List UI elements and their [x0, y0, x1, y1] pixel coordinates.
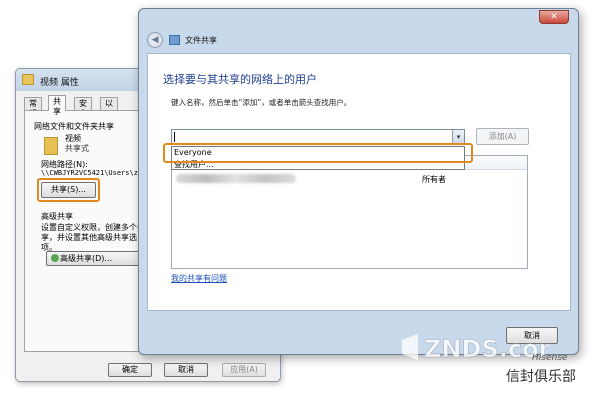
- watermark-logo-text: ZNDS.com: [424, 335, 548, 363]
- add-button[interactable]: 添加(A): [476, 128, 529, 145]
- wizard-heading: 选择要与其共享的网络上的用户: [163, 73, 317, 86]
- watermark-brand: Hisense: [532, 353, 568, 363]
- user-list[interactable]: 所有者: [171, 155, 528, 269]
- watermark-text: 信封俱乐部: [506, 369, 576, 385]
- share-button-highlight: [37, 178, 100, 202]
- blurred-user-name: [176, 174, 296, 183]
- wizard-instruction: 键入名称，然后单击“添加”，或者单击箭头查找用户。: [171, 98, 352, 107]
- watermark-logo: ZNDS.com: [402, 334, 548, 363]
- advanced-sharing-description: 设置自定义权限，创建多个共享，并设置其他高级共享选项。: [41, 223, 145, 252]
- permission-level: 所有者: [422, 175, 446, 184]
- wizard-title: 文件共享: [185, 36, 217, 45]
- sharing-help-link[interactable]: 我的共享有问题: [171, 273, 227, 284]
- properties-title: 视频 属性: [40, 78, 79, 88]
- folder-share-status: 共享式: [65, 144, 89, 153]
- shield-icon: [51, 254, 59, 262]
- properties-cancel-button[interactable]: 取消: [164, 363, 208, 377]
- tab-security[interactable]: 安全: [74, 97, 92, 118]
- text-caret: [174, 132, 175, 142]
- tab-previous[interactable]: 以: [100, 97, 118, 110]
- everyone-option-highlight: [163, 143, 473, 163]
- file-sharing-dialog: ✕ ◀ 文件共享 选择要与其共享的网络上的用户 键入名称，然后单击“添加”，或者…: [138, 8, 579, 355]
- advanced-sharing-button[interactable]: 高级共享(D)...: [46, 251, 140, 266]
- network-sharing-group-title: 网络文件和文件夹共享: [34, 122, 114, 131]
- table-row[interactable]: 所有者: [172, 172, 527, 185]
- shared-folder-icon: [44, 137, 58, 155]
- back-arrow-icon[interactable]: ◀: [147, 32, 163, 48]
- tab-general[interactable]: 常规: [24, 97, 42, 118]
- apply-button[interactable]: 应用(A): [222, 363, 266, 377]
- advanced-sharing-title: 高级共享: [41, 212, 73, 221]
- ok-button[interactable]: 确定: [108, 363, 152, 377]
- advanced-sharing-button-label: 高级共享(D)...: [60, 254, 113, 263]
- folder-icon: [22, 74, 34, 85]
- file-sharing-icon: [169, 35, 180, 45]
- close-button[interactable]: ✕: [539, 10, 569, 24]
- chevron-down-icon[interactable]: ▾: [452, 130, 464, 144]
- tab-sharing[interactable]: 共享: [48, 95, 66, 116]
